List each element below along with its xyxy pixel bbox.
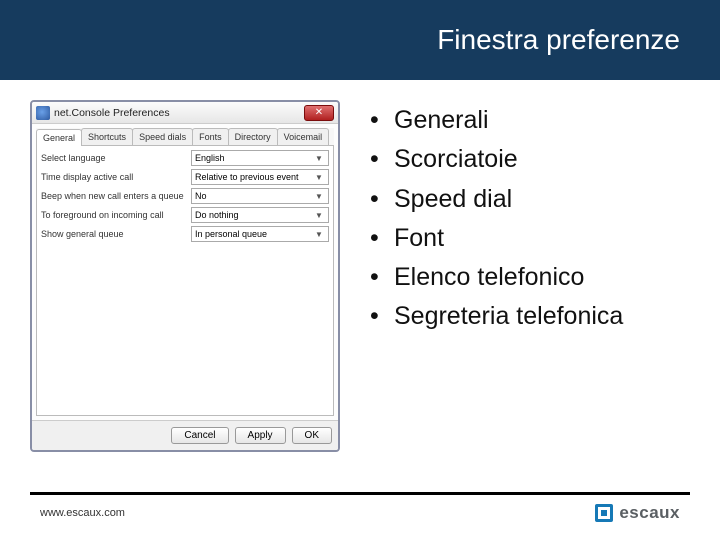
chevron-down-icon: ▼ (313, 230, 325, 239)
select-show-queue[interactable]: In personal queue▼ (191, 226, 329, 242)
chevron-down-icon: ▼ (313, 192, 325, 201)
apply-button[interactable]: Apply (235, 427, 286, 444)
tab-shortcuts[interactable]: Shortcuts (81, 128, 133, 145)
preferences-dialog: net.Console Preferences ✕ General Shortc… (30, 100, 340, 452)
bullet-list: Generali Scorciatoie Speed dial Font Ele… (370, 100, 623, 452)
label-foreground: To foreground on incoming call (41, 210, 191, 220)
list-item: Scorciatoie (370, 144, 623, 175)
label-show-queue: Show general queue (41, 229, 191, 239)
select-time-display[interactable]: Relative to previous event▼ (191, 169, 329, 185)
slide-header: Finestra preferenze (0, 0, 720, 80)
close-icon[interactable]: ✕ (304, 105, 334, 121)
ok-button[interactable]: OK (292, 427, 332, 444)
row-language: Select language English▼ (41, 150, 329, 166)
dialog-titlebar[interactable]: net.Console Preferences ✕ (32, 102, 338, 124)
row-foreground: To foreground on incoming call Do nothin… (41, 207, 329, 223)
dialog-footer: Cancel Apply OK (32, 420, 338, 450)
label-beep: Beep when new call enters a queue (41, 191, 191, 201)
dialog-body: General Shortcuts Speed dials Fonts Dire… (32, 124, 338, 420)
select-beep[interactable]: No▼ (191, 188, 329, 204)
list-item: Font (370, 223, 623, 254)
tab-general[interactable]: General (36, 129, 82, 146)
slide-content: net.Console Preferences ✕ General Shortc… (0, 80, 720, 452)
slide-footer: www.escaux.com escaux (0, 495, 720, 523)
list-item: Generali (370, 105, 623, 136)
tab-speed-dials[interactable]: Speed dials (132, 128, 193, 145)
label-language: Select language (41, 153, 191, 163)
tab-fonts[interactable]: Fonts (192, 128, 229, 145)
cancel-button[interactable]: Cancel (171, 427, 228, 444)
row-time-display: Time display active call Relative to pre… (41, 169, 329, 185)
form-panel: Select language English▼ Time display ac… (36, 146, 334, 416)
brand-name: escaux (619, 503, 680, 523)
list-item: Elenco telefonico (370, 262, 623, 293)
chevron-down-icon: ▼ (313, 211, 325, 220)
select-foreground[interactable]: Do nothing▼ (191, 207, 329, 223)
label-time-display: Time display active call (41, 172, 191, 182)
app-icon (36, 106, 50, 120)
tab-directory[interactable]: Directory (228, 128, 278, 145)
brand-logo-icon (595, 504, 613, 522)
slide-title: Finestra preferenze (437, 24, 680, 56)
brand: escaux (595, 503, 680, 523)
chevron-down-icon: ▼ (313, 154, 325, 163)
row-show-queue: Show general queue In personal queue▼ (41, 226, 329, 242)
list-item: Speed dial (370, 184, 623, 215)
row-beep: Beep when new call enters a queue No▼ (41, 188, 329, 204)
dialog-title: net.Console Preferences (54, 107, 304, 119)
tab-voicemail[interactable]: Voicemail (277, 128, 330, 145)
list-item: Segreteria telefonica (370, 301, 623, 332)
chevron-down-icon: ▼ (313, 173, 325, 182)
select-language[interactable]: English▼ (191, 150, 329, 166)
footer-url: www.escaux.com (40, 507, 125, 519)
tabs: General Shortcuts Speed dials Fonts Dire… (36, 128, 334, 146)
